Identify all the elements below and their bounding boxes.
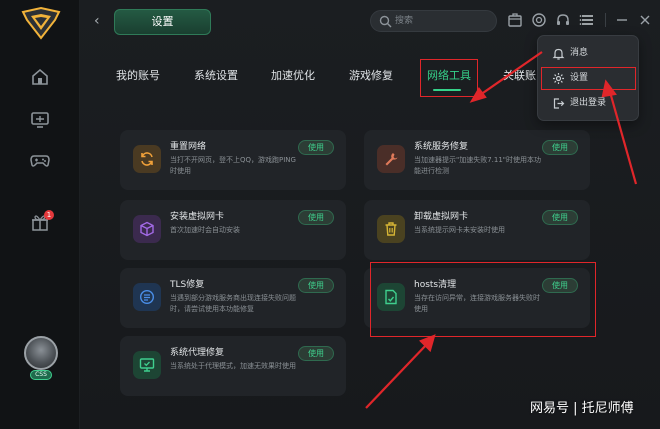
use-button[interactable]: 使用 bbox=[298, 278, 334, 293]
toolbar-divider bbox=[605, 13, 606, 27]
annotation-box-network-tools bbox=[420, 59, 478, 97]
notification-badge: 1 bbox=[44, 210, 54, 220]
annotation-box-hosts bbox=[370, 262, 596, 337]
avatar[interactable] bbox=[24, 336, 58, 370]
cube-icon bbox=[133, 215, 161, 243]
card-description: 当打不开网页，登不上QQ，游戏跑PING时使用 bbox=[170, 156, 296, 175]
card-system-proxy-repair: 系统代理修复 当系统处于代理模式，加速无效果时使用 使用 bbox=[120, 336, 346, 396]
refresh-icon bbox=[133, 145, 161, 173]
card-description: 当遇到部分游戏服务商出现连接失败问题时，请尝试使用本功能修复 bbox=[170, 294, 296, 313]
sidebar: 1 CSS bbox=[0, 0, 80, 429]
use-button[interactable]: 使用 bbox=[298, 140, 334, 155]
store-icon[interactable] bbox=[507, 12, 523, 28]
menu-item-logout[interactable]: 退出登录 bbox=[538, 92, 640, 116]
use-button[interactable]: 使用 bbox=[298, 346, 334, 361]
tab-system-settings[interactable]: 系统设置 bbox=[194, 68, 238, 84]
home-icon[interactable] bbox=[30, 67, 50, 87]
card-description: 首次加速时会自动安装 bbox=[170, 226, 240, 234]
card-install-virtual-nic: 安装虚拟网卡 首次加速时会自动安装 使用 bbox=[120, 200, 346, 260]
watermark: 网易号 | 托尼师傅 bbox=[530, 401, 634, 416]
logout-icon bbox=[553, 98, 565, 109]
app-logo-icon[interactable] bbox=[21, 6, 61, 40]
card-description: 当系统处于代理模式，加速无效果时使用 bbox=[170, 362, 296, 370]
tab-game-repair[interactable]: 游戏修复 bbox=[349, 68, 393, 84]
search-box[interactable] bbox=[370, 10, 497, 32]
card-title: 卸载虚拟网卡 bbox=[414, 212, 469, 222]
card-tls-repair: TLS修复 当遇到部分游戏服务商出现连接失败问题时，请尝试使用本功能修复 使用 bbox=[120, 268, 346, 328]
menu-icon[interactable] bbox=[579, 12, 595, 28]
use-button[interactable]: 使用 bbox=[542, 210, 578, 225]
search-input[interactable] bbox=[395, 13, 491, 29]
card-reset-network: 重置网络 当打不开网页，登不上QQ，游戏跑PING时使用 使用 bbox=[120, 130, 346, 190]
tab-linked-accounts[interactable]: 关联账 bbox=[503, 68, 536, 84]
gamepad-icon[interactable] bbox=[30, 150, 50, 170]
card-title: 重置网络 bbox=[170, 142, 207, 152]
menu-item-label: 退出登录 bbox=[570, 98, 607, 108]
trash-icon bbox=[377, 215, 405, 243]
minimize-icon[interactable] bbox=[614, 12, 630, 28]
monitor-check-icon bbox=[133, 351, 161, 379]
headset-icon[interactable] bbox=[531, 12, 547, 28]
monitor-icon[interactable] bbox=[30, 110, 50, 130]
annotation-box-settings bbox=[541, 67, 636, 90]
card-title: TLS修复 bbox=[170, 280, 205, 290]
tab-my-account[interactable]: 我的账号 bbox=[116, 68, 160, 84]
close-icon[interactable] bbox=[637, 12, 653, 28]
card-description: 当系统提示网卡未安装时使用 bbox=[414, 226, 505, 234]
page-title: 设置 bbox=[114, 9, 211, 35]
avatar-level-badge: CSS bbox=[30, 370, 52, 380]
search-icon bbox=[379, 15, 392, 28]
bell-icon bbox=[552, 48, 565, 60]
menu-item-label: 消息 bbox=[570, 48, 589, 58]
menu-item-messages[interactable]: 消息 bbox=[538, 42, 640, 66]
wrench-icon bbox=[377, 145, 405, 173]
card-system-service-repair: 系统服务修复 当加速器提示"加速失败7.11"时使用本功能进行检测 使用 bbox=[364, 130, 590, 190]
card-description: 当加速器提示"加速失败7.11"时使用本功能进行检测 bbox=[414, 156, 542, 175]
use-button[interactable]: 使用 bbox=[542, 140, 578, 155]
chevron-left-icon[interactable]: ‹ bbox=[94, 13, 106, 29]
support-icon[interactable] bbox=[555, 12, 571, 28]
card-title: 系统服务修复 bbox=[414, 142, 469, 152]
card-uninstall-virtual-nic: 卸载虚拟网卡 当系统提示网卡未安装时使用 使用 bbox=[364, 200, 590, 260]
list-icon bbox=[133, 283, 161, 311]
tab-acceleration[interactable]: 加速优化 bbox=[271, 68, 315, 84]
use-button[interactable]: 使用 bbox=[298, 210, 334, 225]
card-title: 系统代理修复 bbox=[170, 348, 225, 358]
card-title: 安装虚拟网卡 bbox=[170, 212, 225, 222]
